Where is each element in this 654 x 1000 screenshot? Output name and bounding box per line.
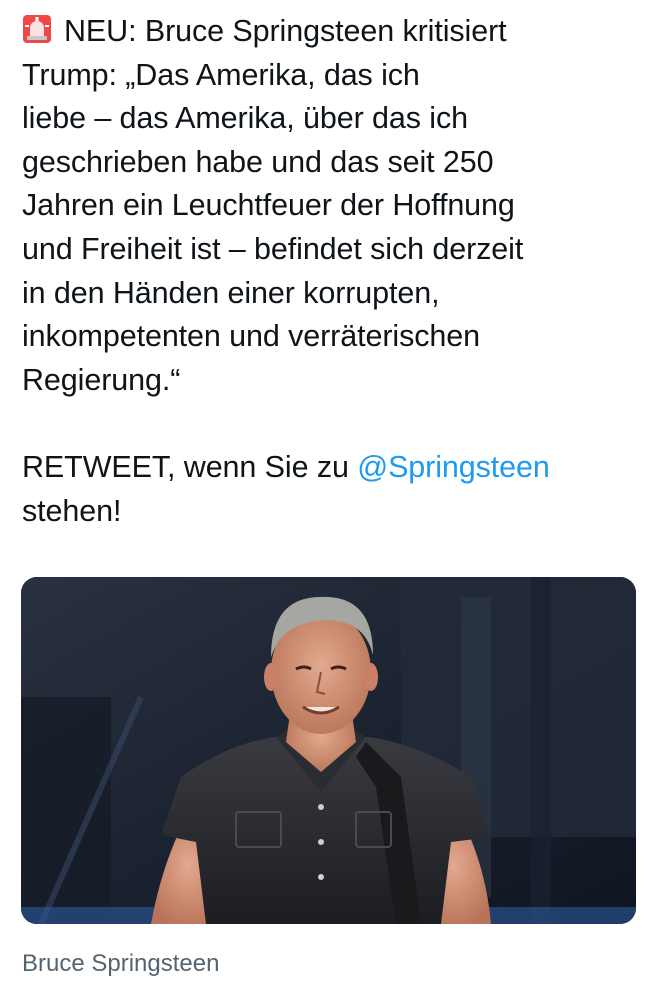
tweet-line-1: NEU: Bruce Springsteen kritisiert [22, 10, 642, 54]
tweet-text: NEU: Bruce Springsteen kritisiert Trump:… [22, 10, 642, 533]
tweet-line-7: in den Händen einer korrupten, [22, 275, 440, 310]
mention-link[interactable]: @Springsteen [357, 450, 550, 484]
photo-caption: Bruce Springsteen [22, 950, 220, 977]
retweet-line: RETWEET, wenn Sie zu @Springsteen [22, 446, 642, 490]
tweet-line-6: und Freiheit ist – befindet sich derzeit [22, 231, 524, 266]
tweet-line-5: Jahren ein Leuchtfeuer der Hoffnung [22, 188, 515, 223]
retweet-prefix: RETWEET, wenn Sie zu [22, 449, 358, 484]
tweet-line-2: Trump: „Das Amerika, das ich [22, 57, 420, 92]
tweet-line-text: NEU: Bruce Springsteen kritisiert [64, 14, 507, 48]
retweet-suffix: stehen! [22, 493, 122, 528]
tweet-line-8: inkompetenten und verräterischen [22, 319, 480, 354]
photo-illustration [21, 577, 636, 924]
tweet-line-3: liebe – das Amerika, über das ich [22, 101, 468, 136]
tweet-line-4: geschrieben habe und das seit 250 [22, 144, 494, 179]
tweet-line-9: Regierung.“ [22, 362, 181, 397]
tweet-photo[interactable] [21, 577, 636, 924]
tweet-body: NEU: Bruce Springsteen kritisiert Trump:… [22, 10, 642, 533]
police-car-light-icon [23, 15, 51, 43]
